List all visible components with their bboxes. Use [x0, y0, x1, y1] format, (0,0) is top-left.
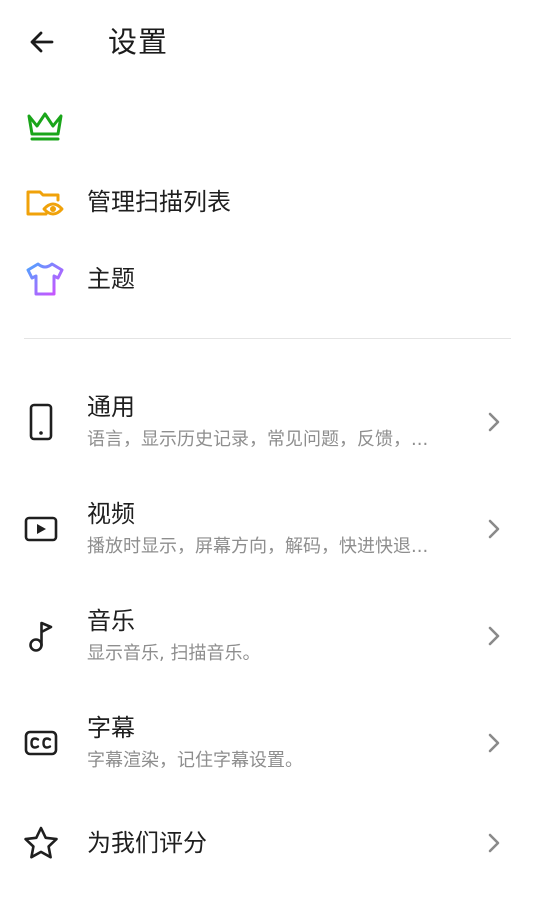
- arrow-left-icon: [30, 31, 54, 53]
- play-icon: [20, 508, 62, 550]
- general-subtitle: 语言，显示历史记录，常见问题，反馈，...: [87, 429, 429, 450]
- theme-label: 主题: [87, 265, 135, 293]
- chevron-right-icon: [483, 832, 505, 854]
- manage-scan-list-label: 管理扫描列表: [87, 188, 231, 216]
- tshirt-icon: [24, 259, 66, 299]
- phone-icon: [20, 401, 62, 443]
- music-subtitle: 显示音乐, 扫描音乐。: [87, 643, 261, 664]
- video-title: 视频: [87, 500, 135, 528]
- folder-eye-icon: [24, 182, 66, 222]
- page-title: 设置: [108, 25, 169, 59]
- chevron-right-icon: [483, 625, 505, 647]
- rate-us-row[interactable]: 为我们评分: [0, 808, 535, 878]
- crown-icon: [24, 106, 66, 146]
- subtitles-title: 字幕: [87, 714, 135, 742]
- theme-row[interactable]: 主题: [0, 247, 535, 311]
- general-title: 通用: [87, 393, 135, 421]
- music-title: 音乐: [87, 607, 135, 635]
- chevron-right-icon: [483, 411, 505, 433]
- settings-item-general[interactable]: 通用 语言，显示历史记录，常见问题，反馈，...: [0, 377, 535, 467]
- rate-us-title: 为我们评分: [87, 829, 207, 857]
- premium-row[interactable]: [0, 94, 535, 158]
- settings-item-subtitles[interactable]: 字幕 字幕渲染，记住字幕设置。: [0, 698, 535, 788]
- settings-item-video[interactable]: 视频 播放时显示，屏幕方向，解码，快进快退...: [0, 484, 535, 574]
- chevron-right-icon: [483, 518, 505, 540]
- cc-icon: [20, 722, 62, 764]
- header: 设置: [0, 0, 535, 84]
- video-subtitle: 播放时显示，屏幕方向，解码，快进快退...: [87, 536, 429, 557]
- manage-scan-list-row[interactable]: 管理扫描列表: [0, 170, 535, 234]
- back-button[interactable]: [22, 22, 62, 62]
- subtitles-subtitle: 字幕渲染，记住字幕设置。: [87, 750, 303, 771]
- music-note-icon: [20, 615, 62, 657]
- star-icon: [20, 822, 62, 864]
- settings-item-music[interactable]: 音乐 显示音乐, 扫描音乐。: [0, 591, 535, 681]
- chevron-right-icon: [483, 732, 505, 754]
- section-divider: [24, 338, 511, 339]
